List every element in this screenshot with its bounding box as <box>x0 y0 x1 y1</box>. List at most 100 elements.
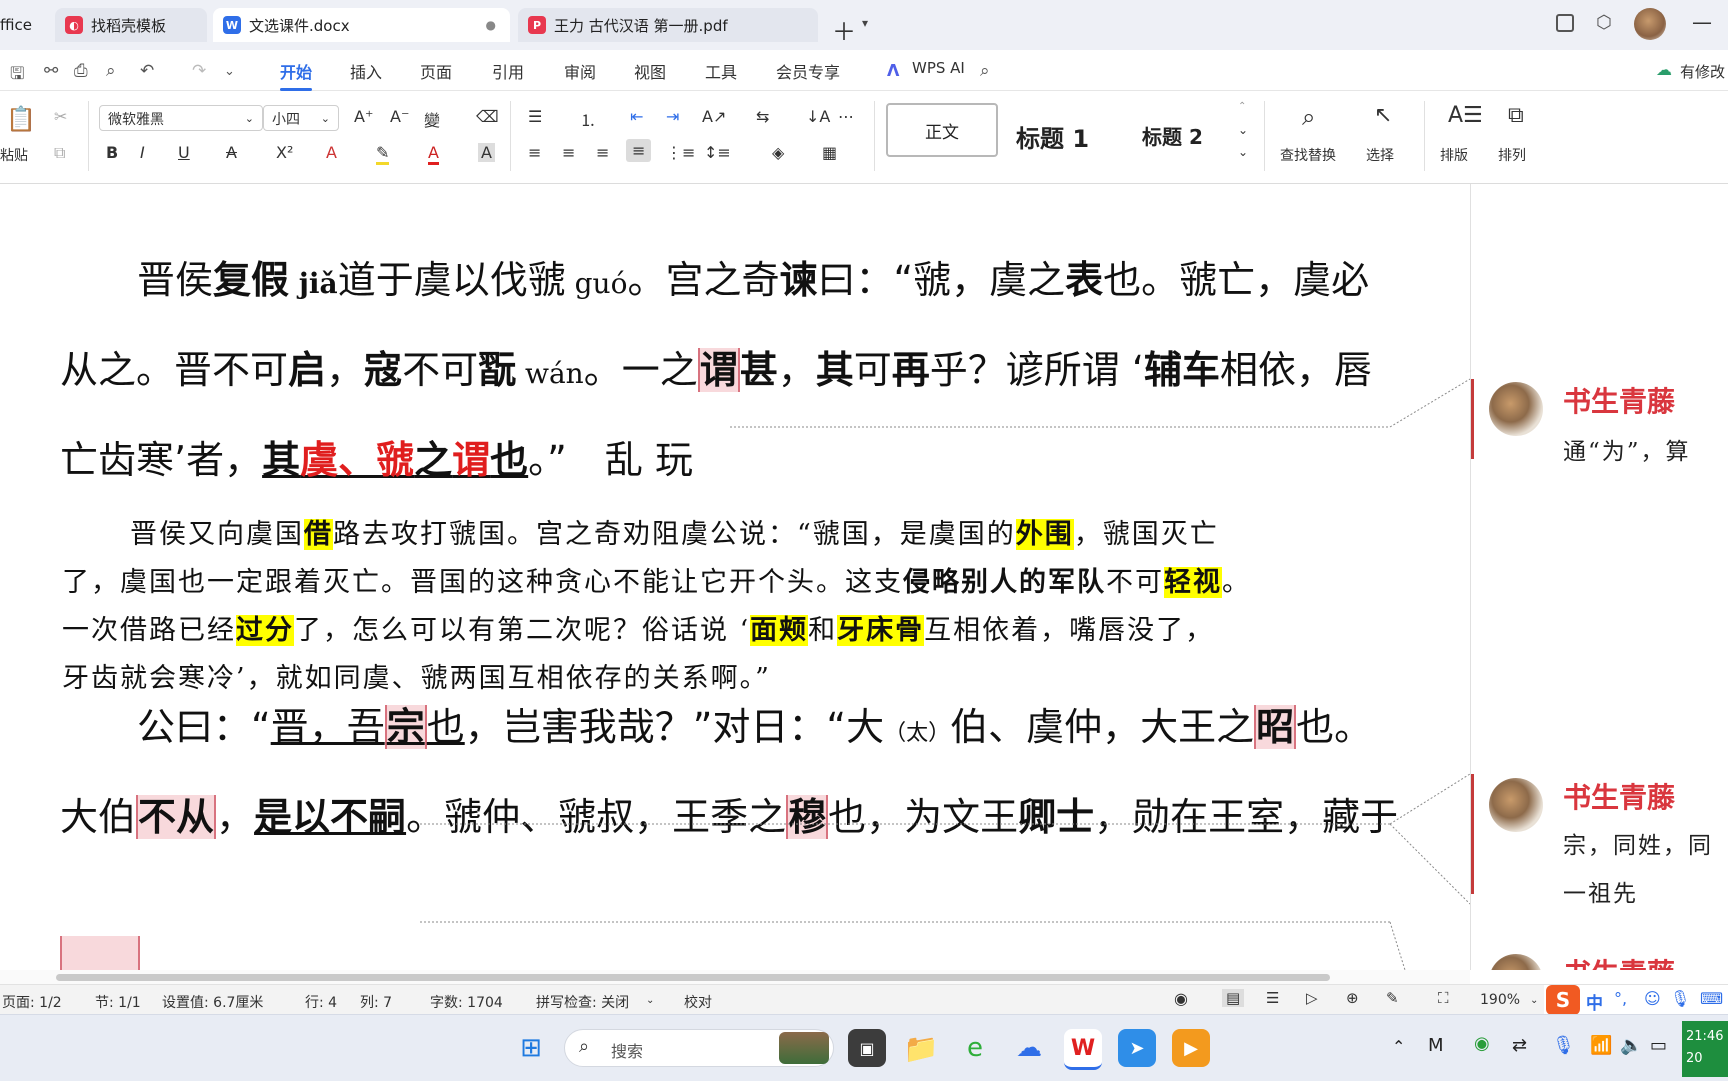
windows-start-icon[interactable]: ⊞ <box>512 1029 550 1067</box>
unsaved-dot-icon[interactable]: ● <box>486 18 496 32</box>
tray-chevron-up-icon[interactable]: ⌃ <box>1392 1037 1405 1056</box>
text-effect-icon[interactable]: A <box>326 143 337 162</box>
app-arrow-icon[interactable]: ➤ <box>1118 1029 1156 1067</box>
task-view-icon[interactable]: ▣ <box>848 1029 886 1067</box>
grow-font-icon[interactable]: A⁺ <box>354 107 373 126</box>
fit-page-icon[interactable]: ⛶ <box>1438 989 1449 1007</box>
chevron-down-icon[interactable]: ⌄ <box>646 995 654 1006</box>
underline-icon[interactable]: U <box>178 143 190 162</box>
cut-icon[interactable]: ✂ <box>54 107 67 126</box>
play-icon[interactable]: ▷ <box>1306 989 1318 1007</box>
proofread-button[interactable]: 校对 <box>684 992 712 1012</box>
link-icon[interactable]: ⚯ <box>44 61 58 81</box>
document-page[interactable]: 晋侯复假 jiǎ道于虞以伐虢 guó。宫之奇谏曰：“虢，虞之表也。虢亡，虞必 从… <box>0 184 1470 970</box>
sogou-ime-icon[interactable]: S <box>1546 985 1580 1015</box>
taskbar-search-box[interactable]: ⌕ 搜索 <box>564 1029 834 1067</box>
print-preview-icon[interactable]: ⌕ <box>106 61 116 81</box>
tray-mail-icon[interactable]: M <box>1428 1035 1444 1056</box>
paste-button[interactable]: 粘贴 <box>0 145 28 165</box>
show-marks-icon[interactable]: ⋯ <box>838 107 854 126</box>
user-avatar[interactable] <box>1634 8 1666 40</box>
sort-icon[interactable]: ↓A <box>806 107 830 126</box>
find-icon[interactable]: ⌕ <box>1302 103 1315 131</box>
emoji-icon[interactable]: ☺ <box>1644 989 1661 1008</box>
bullet-list-icon[interactable]: ☰ <box>528 107 542 126</box>
char-shading-icon[interactable]: A <box>478 143 495 162</box>
align-left-icon[interactable]: ≡ <box>528 143 541 162</box>
volume-icon[interactable]: 🔈 <box>1620 1035 1642 1056</box>
align-center-icon[interactable]: ≡ <box>562 143 575 162</box>
modify-status[interactable]: 有修改 <box>1680 61 1725 82</box>
cloud-icon[interactable]: ☁ <box>1010 1029 1048 1067</box>
styles-scroll-down-icon[interactable]: ⌄ <box>1238 123 1248 137</box>
shading-icon[interactable]: ◈ <box>772 143 784 162</box>
tab-view[interactable]: 视图 <box>634 59 666 83</box>
bold-icon[interactable]: B <box>106 143 118 162</box>
spell-check[interactable]: 拼写检查: 关闭 <box>536 992 629 1012</box>
text-direction-icon[interactable]: A↗ <box>702 107 726 126</box>
search-icon[interactable]: ⌕ <box>980 61 990 81</box>
tab-start[interactable]: 开始 <box>280 59 313 91</box>
italic-icon[interactable]: I <box>140 143 145 162</box>
new-tab-plus-icon[interactable]: ＋ <box>832 12 856 47</box>
scrollbar-thumb[interactable] <box>56 974 1330 981</box>
phonetic-icon[interactable]: 變 <box>424 107 440 131</box>
ime-mode[interactable]: 中 <box>1586 989 1603 1014</box>
style-heading1[interactable]: 标题 1 <box>1016 119 1089 154</box>
tab-review[interactable]: 审阅 <box>564 59 596 83</box>
shrink-font-icon[interactable]: A⁻ <box>390 107 409 126</box>
line-spacing-icon[interactable]: ↕≡ <box>704 143 731 162</box>
media-app-icon[interactable]: ▶ <box>1172 1029 1210 1067</box>
styles-scroll-up-icon[interactable]: ⌃ <box>1238 101 1246 112</box>
style-heading2[interactable]: 标题 2 <box>1142 121 1203 150</box>
wps-office-icon[interactable]: W <box>1064 1029 1102 1070</box>
eye-icon[interactable]: ◉ <box>1174 989 1188 1008</box>
justify-icon[interactable]: ≡ <box>626 139 652 162</box>
web-view-icon[interactable]: ⊕ <box>1346 989 1359 1007</box>
tab-page[interactable]: 页面 <box>420 59 452 83</box>
print-icon[interactable]: ⎙ <box>74 61 88 81</box>
decrease-indent-icon[interactable]: ⇤ <box>630 107 643 126</box>
zoom-level[interactable]: 190% <box>1480 992 1520 1008</box>
paste-icon[interactable]: 📋 <box>6 105 36 133</box>
superscript-icon[interactable]: X² <box>276 143 293 162</box>
clear-format-icon[interactable]: ⌫ <box>476 107 499 126</box>
increase-indent-icon[interactable]: ⇥ <box>666 107 679 126</box>
numbered-list-icon[interactable]: ⒈ <box>580 107 596 131</box>
highlight-icon[interactable]: ✎ <box>376 143 390 165</box>
cube-icon[interactable]: ⬡ <box>1596 12 1612 33</box>
wps-ai-button[interactable]: WPS AI <box>912 59 965 77</box>
tab-member[interactable]: 会员专享 <box>776 59 840 83</box>
font-size-select[interactable]: 小四 ⌄ <box>263 105 339 131</box>
file-explorer-icon[interactable]: 📁 <box>902 1029 940 1067</box>
tray-mic-icon[interactable]: 🎙 <box>1552 1035 1575 1056</box>
font-family-select[interactable]: 微软雅黑 ⌄ <box>99 105 263 131</box>
styles-expand-icon[interactable]: ⌄ <box>1238 145 1248 159</box>
tab-insert[interactable]: 插入 <box>350 59 382 83</box>
tab-document[interactable]: W 文选课件.docx ● <box>213 8 510 42</box>
find-replace-button[interactable]: 查找替换 <box>1280 145 1336 165</box>
word-count[interactable]: 字数: 1704 <box>430 992 503 1012</box>
battery-icon[interactable]: ▭ <box>1650 1035 1667 1056</box>
horizontal-scrollbar[interactable] <box>0 970 1470 984</box>
strikethrough-icon[interactable]: A <box>226 143 237 162</box>
undo-icon[interactable]: ↶ <box>140 61 154 81</box>
punctuation-icon[interactable]: °, <box>1614 989 1627 1008</box>
comment-text[interactable]: 宗，同姓，同 <box>1563 826 1713 860</box>
redo-icon[interactable]: ↷ <box>192 61 206 81</box>
arrange-icon[interactable]: ⧉ <box>1508 103 1524 128</box>
chevron-down-icon[interactable]: ⌄ <box>1530 995 1538 1006</box>
align-right-icon[interactable]: ≡ <box>596 143 609 162</box>
bidi-icon[interactable]: ⇆ <box>756 107 769 126</box>
tab-pdf[interactable]: P 王力 古代汉语 第一册.pdf <box>518 8 818 42</box>
comment-text[interactable]: 一祖先 <box>1563 874 1638 908</box>
font-color-icon[interactable]: A <box>428 143 439 165</box>
tab-office[interactable]: ffice <box>0 8 52 42</box>
page-view-icon[interactable]: ▤ <box>1222 989 1245 1007</box>
save-icon[interactable]: 🖫 <box>10 61 24 90</box>
tray-switch-icon[interactable]: ⇄ <box>1512 1035 1527 1056</box>
arrange-button[interactable]: 排列 <box>1498 145 1526 165</box>
minimize-icon[interactable]: — <box>1692 10 1712 34</box>
chevron-down-icon[interactable]: ▾ <box>862 16 868 30</box>
layout-button[interactable]: 排版 <box>1440 145 1468 165</box>
